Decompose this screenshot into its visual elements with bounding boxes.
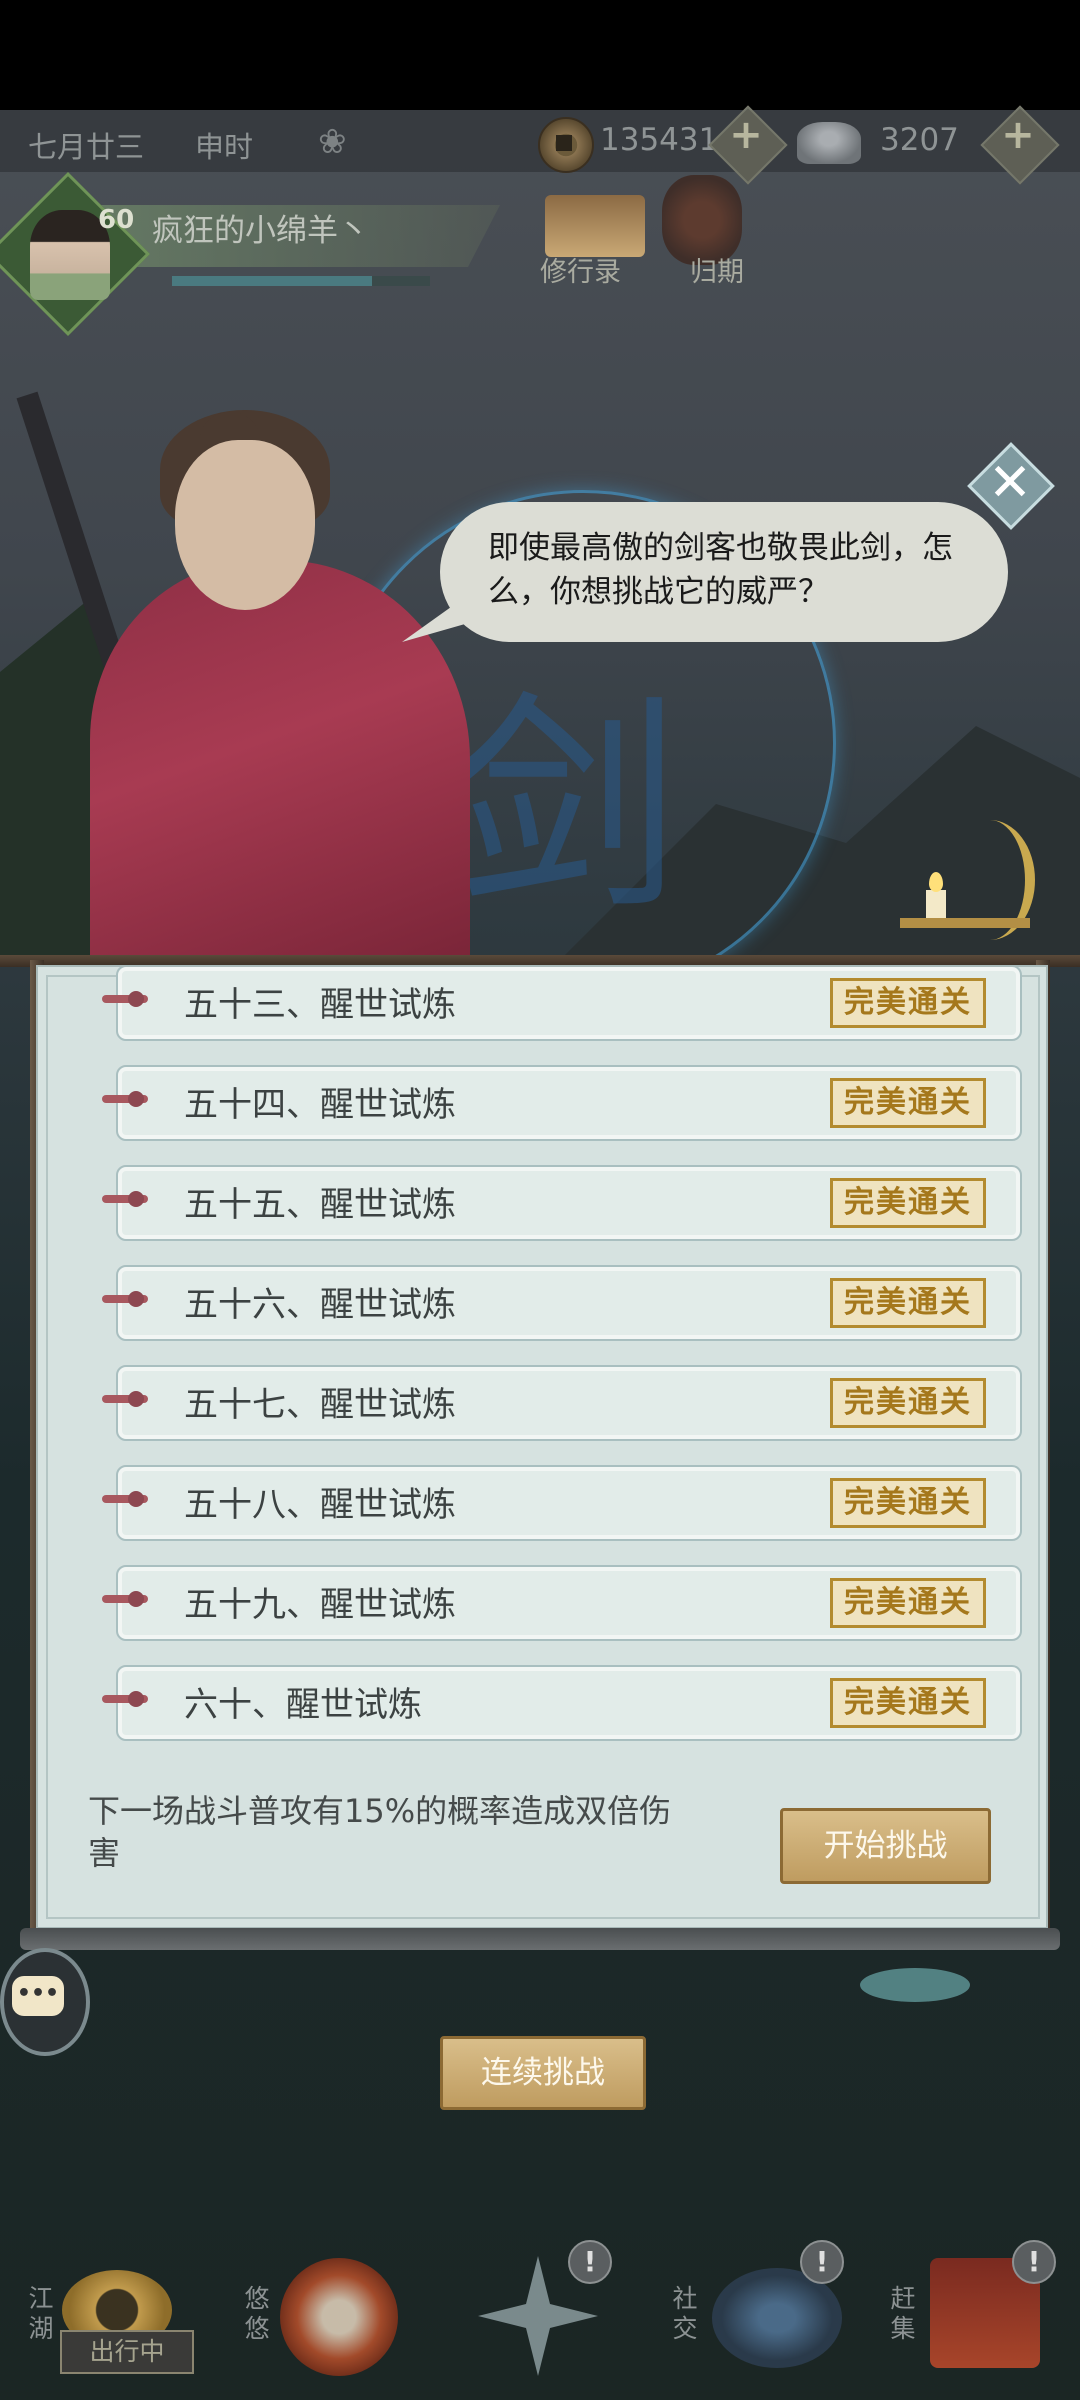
row-pin-knob [128,1191,144,1207]
stage-list-panel: 五十三、醒世试炼 完美通关 五十四、醒世试炼 完美通关 五十五、醒世试炼 完美通… [36,965,1048,1929]
start-challenge-button[interactable]: 开始挑战 [780,1808,991,1884]
silver-ingot-icon [797,122,861,164]
game-time: 申时 [195,130,254,164]
weather-icon: ❀ [318,122,347,162]
alert-icon: ! [800,2240,844,2284]
row-pin-knob [128,1091,144,1107]
silver-value: 3207 [880,122,959,158]
stage-row[interactable]: 五十七、醒世试炼 完美通关 [78,1365,1022,1441]
plus-icon: + [729,112,763,158]
youyou-bird-icon[interactable] [280,2258,398,2376]
stage-label: 五十七、醒世试炼 [184,1385,456,1425]
alert-icon: ! [1012,2240,1056,2284]
sword-glyph: 剑 [450,674,681,941]
row-pin-knob [128,991,144,1007]
candle-stand [900,918,1030,928]
copper-value: 135431 [600,122,719,158]
stage-label: 五十九、醒世试炼 [184,1585,456,1625]
stage-row[interactable]: 六十、醒世试炼 完美通关 [78,1665,1022,1741]
candle-flame [929,872,943,892]
panel-bottom-rod [20,1928,1060,1950]
perfect-clear-badge: 完美通关 [830,978,986,1028]
candle-icon [926,890,946,918]
exp-bar-fill [172,276,372,286]
continuous-challenge-button[interactable]: 连续挑战 [440,2036,646,2110]
nav-youyou-label[interactable]: 悠悠 [242,2284,272,2344]
stage-row[interactable]: 五十四、醒世试炼 完美通关 [78,1065,1022,1141]
speech-bubble: 即使最高傲的剑客也敬畏此剑，怎么，你想挑战它的威严？ [440,502,1008,642]
stage-label: 五十八、醒世试炼 [184,1485,456,1525]
return-label[interactable]: 归期 [690,250,744,289]
stage-row[interactable]: 五十六、醒世试炼 完美通关 [78,1265,1022,1341]
row-pin-knob [128,1291,144,1307]
row-pin-knob [128,1591,144,1607]
stage-label: 六十、醒世试炼 [184,1685,422,1725]
journal-scroll-icon[interactable] [545,195,645,257]
journal-label[interactable]: 修行录 [540,250,621,289]
perfect-clear-badge: 完美通关 [830,1078,986,1128]
stage-row[interactable]: 五十九、醒世试炼 完美通关 [78,1565,1022,1641]
close-icon[interactable]: ✕ [975,448,1045,518]
plus-icon: + [1001,112,1035,158]
buff-description: 下一场战斗普攻有15%的概率造成双倍伤害 [88,1792,672,1872]
row-pin-knob [128,1491,144,1507]
traveling-badge: 出行中 [60,2330,194,2374]
coin-hole [556,135,572,151]
player-level: 60 [98,205,135,235]
stage-label: 五十四、醒世试炼 [184,1085,456,1125]
swordsman-face [175,440,315,610]
stage-label: 五十六、醒世试炼 [184,1285,456,1325]
perfect-clear-badge: 完美通关 [830,1178,986,1228]
row-pin-knob [128,1691,144,1707]
perfect-clear-badge: 完美通关 [830,1378,986,1428]
stage-label: 五十五、醒世试炼 [184,1185,456,1225]
dialog-text: 即使最高傲的剑客也敬畏此剑，怎么，你想挑战它的威严？ [488,530,953,610]
stage-row[interactable]: 五十三、醒世试炼 完美通关 [78,967,1022,1041]
nav-jianghu-label[interactable]: 江湖 [26,2284,56,2344]
nav-shejiao-label[interactable]: 社交 [670,2284,700,2344]
alert-icon: ! [568,2240,612,2284]
stage-row[interactable]: 五十五、醒世试炼 完美通关 [78,1165,1022,1241]
stage-label: 五十三、醒世试炼 [184,985,456,1025]
stage-row[interactable]: 五十八、醒世试炼 完美通关 [78,1465,1022,1541]
nav-ganji-label[interactable]: 赶集 [888,2284,918,2344]
player-name: 疯狂的小绵羊丶 [152,213,369,249]
swordsman-robe [90,560,470,960]
lily-pad [860,1968,970,2002]
chat-bubble-icon[interactable]: ••• [12,1976,64,2016]
game-date: 七月廿三 [28,130,145,164]
perfect-clear-badge: 完美通关 [830,1478,986,1528]
perfect-clear-badge: 完美通关 [830,1578,986,1628]
row-pin-knob [128,1391,144,1407]
status-bar [0,0,1080,110]
perfect-clear-badge: 完美通关 [830,1678,986,1728]
perfect-clear-badge: 完美通关 [830,1278,986,1328]
